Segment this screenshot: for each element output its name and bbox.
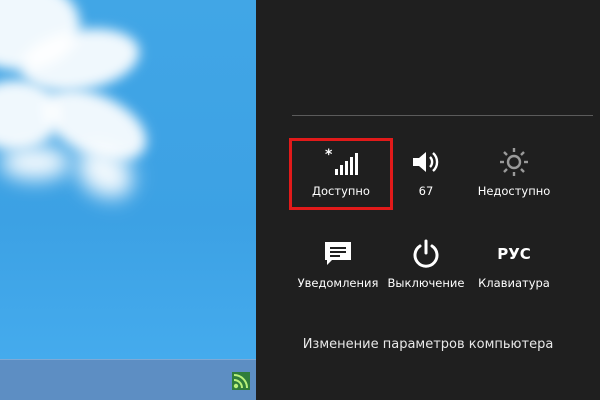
brightness-icon xyxy=(500,148,528,176)
network-signal-icon: * xyxy=(325,147,358,175)
pane-divider xyxy=(292,115,593,116)
keyboard-tile[interactable]: РУС Клавиатура xyxy=(462,230,566,300)
tray-feed-icon[interactable] xyxy=(232,372,250,390)
taskbar xyxy=(0,359,256,400)
flower-petal xyxy=(0,145,70,180)
volume-icon xyxy=(413,152,439,172)
change-pc-settings-link[interactable]: Изменение параметров компьютера xyxy=(256,337,600,352)
power-icon xyxy=(413,239,439,268)
keyboard-language-indicator: РУС xyxy=(497,245,531,263)
brightness-tile[interactable]: Недоступно xyxy=(462,138,566,208)
svg-text:*: * xyxy=(325,147,333,163)
brightness-label: Недоступно xyxy=(477,184,551,198)
settings-charm-pane: * Доступно 67 Недоступно Уведомления Вык… xyxy=(256,0,600,400)
keyboard-label: Клавиатура xyxy=(478,276,550,290)
desktop-background xyxy=(0,0,256,400)
notifications-icon xyxy=(325,242,351,265)
